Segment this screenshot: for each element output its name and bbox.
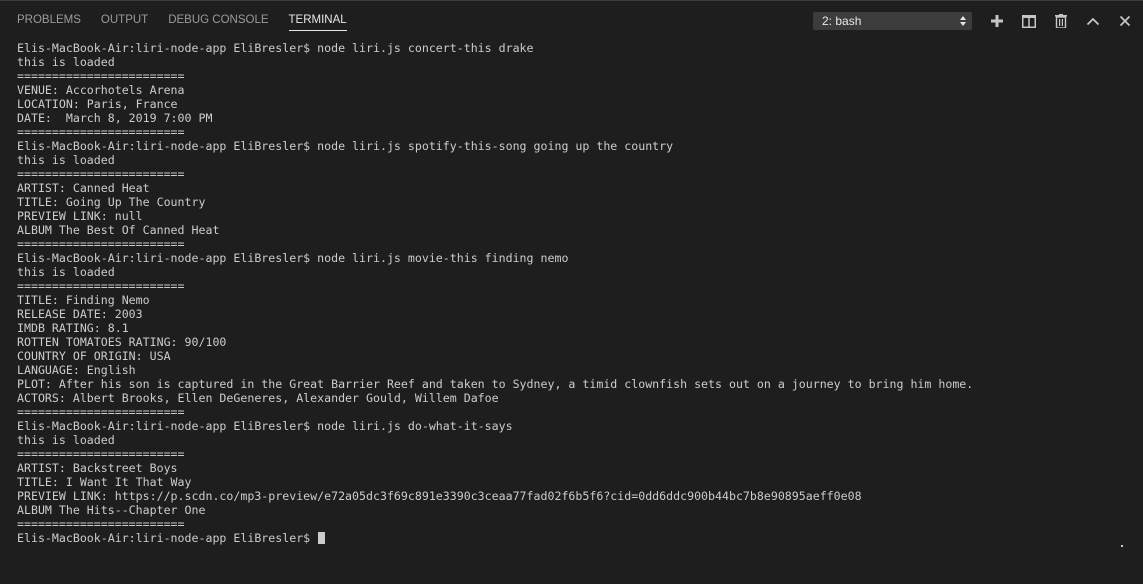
terminal-line: this is loaded [17,153,115,167]
tab-terminal[interactable]: TERMINAL [279,1,357,39]
chevron-up-icon [1086,17,1100,26]
terminal-line: ARTIST: Backstreet Boys [17,461,178,475]
tab-terminal-label: TERMINAL [288,12,347,31]
terminal-line: ARTIST: Canned Heat [17,181,150,195]
kill-terminal-button[interactable] [1051,11,1071,31]
trash-icon [1055,14,1067,28]
terminal-line: ======================== [17,69,185,83]
terminal-line: ======================== [17,447,185,461]
close-panel-button[interactable] [1115,11,1135,31]
terminal-line: DATE: March 8, 2019 7:00 PM [17,111,213,125]
split-icon [1022,14,1036,28]
terminal-line: ======================== [17,237,185,251]
terminal-line: ======================== [17,167,185,181]
terminal-line: LOCATION: Paris, France [17,97,178,111]
terminal-line: ======================== [17,405,185,419]
terminal-line: PLOT: After his son is captured in the G… [17,377,974,391]
terminal-line: Elis-MacBook-Air:liri-node-app EliBresle… [17,419,513,433]
terminal-line: VENUE: Accorhotels Arena [17,83,185,97]
terminal-prompt: Elis-MacBook-Air:liri-node-app EliBresle… [17,531,318,545]
new-terminal-button[interactable] [987,11,1007,31]
terminal-line: Elis-MacBook-Air:liri-node-app EliBresle… [17,139,674,153]
terminal-line: LANGUAGE: English [17,363,136,377]
tab-debug-console[interactable]: DEBUG CONSOLE [158,1,278,39]
scroll-indicator-dot [1121,545,1123,547]
terminal-selector-value: 2: bash [822,14,862,28]
terminal-line: COUNTRY OF ORIGIN: USA [17,349,171,363]
terminal-line: ALBUM The Hits--Chapter One [17,503,206,517]
terminal-line: this is loaded [17,55,115,69]
terminal-line: TITLE: Finding Nemo [17,293,150,307]
terminal-line: RELEASE DATE: 2003 [17,307,143,321]
terminal-line: ======================== [17,125,185,139]
terminal-line: ======================== [17,517,185,531]
terminal-line: Elis-MacBook-Air:liri-node-app EliBresle… [17,251,569,265]
terminal-line: ALBUM The Best Of Canned Heat [17,223,220,237]
maximize-panel-button[interactable] [1083,11,1103,31]
select-arrows-icon [960,16,966,26]
terminal-line: this is loaded [17,265,115,279]
terminal-panel: PROBLEMS OUTPUT DEBUG CONSOLE TERMINAL 2… [0,0,1143,584]
close-icon [1119,15,1131,27]
terminal-selector[interactable]: 2: bash [813,12,972,30]
terminal-line: this is loaded [17,433,115,447]
terminal-output[interactable]: Elis-MacBook-Air:liri-node-app EliBresle… [17,41,1127,545]
terminal-line: PREVIEW LINK: https://p.scdn.co/mp3-prev… [17,489,862,503]
tab-output[interactable]: OUTPUT [91,1,158,39]
split-terminal-button[interactable] [1019,11,1039,31]
terminal-line: ======================== [17,279,185,293]
plus-icon [991,15,1003,27]
terminal-line: TITLE: I Want It That Way [17,475,192,489]
terminal-prompt-line: Elis-MacBook-Air:liri-node-app EliBresle… [17,531,1127,545]
terminal-line: ACTORS: Albert Brooks, Ellen DeGeneres, … [17,391,499,405]
terminal-line: TITLE: Going Up The Country [17,195,206,209]
tab-problems[interactable]: PROBLEMS [7,1,91,39]
terminal-cursor [318,532,326,544]
terminal-line: ROTTEN TOMATOES RATING: 90/100 [17,335,227,349]
terminal-line: PREVIEW LINK: null [17,209,143,223]
terminal-line: IMDB RATING: 8.1 [17,321,129,335]
terminal-line: Elis-MacBook-Air:liri-node-app EliBresle… [17,41,534,55]
